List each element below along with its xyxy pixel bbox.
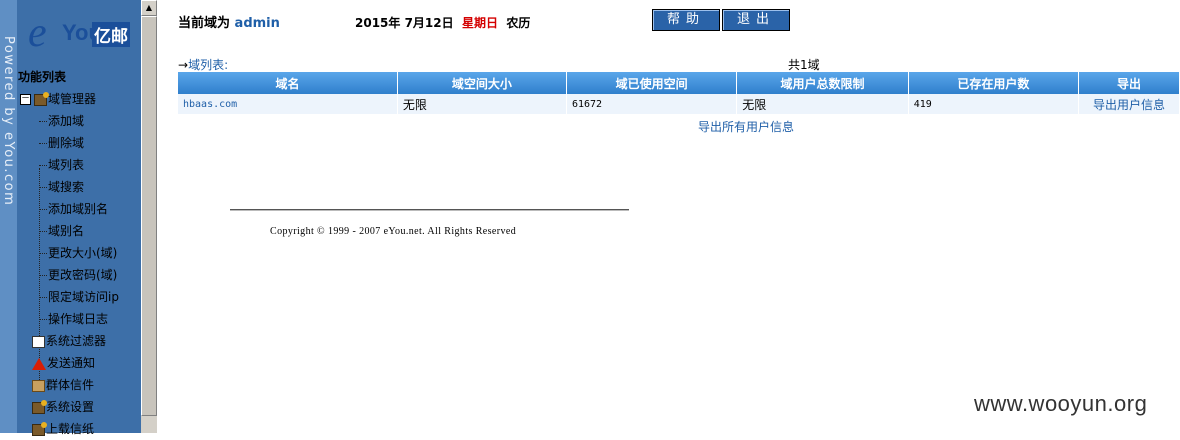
table-header-row: 域名 域空间大小 域已使用空间 域用户总数限制 已存在用户数 导出: [178, 72, 1180, 94]
domain-size: 无限: [397, 94, 567, 114]
tree-item-add-alias[interactable]: 添加域别名: [18, 198, 141, 220]
tree-item-restrict-ip[interactable]: 限定域访问ip: [18, 286, 141, 308]
domain-table: 域名 域空间大小 域已使用空间 域用户总数限制 已存在用户数 导出 hbaas.…: [178, 72, 1180, 114]
scroll-up-icon[interactable]: ▲: [141, 0, 157, 16]
upload-icon: [32, 421, 47, 436]
logout-button[interactable]: 退出: [722, 9, 790, 31]
domain-used: 61672: [566, 94, 738, 114]
header-date: 2015年 7月12日 星期日 农历: [355, 14, 530, 31]
domain-count: 共1域: [788, 58, 820, 72]
powered-by-text: Powered by eYou.com: [1, 36, 16, 207]
tree-item-add-domain[interactable]: 添加域: [18, 110, 141, 132]
settings-icon: [32, 399, 47, 414]
col-size: 域空间大小: [397, 72, 567, 94]
domain-users: 419: [908, 94, 1079, 114]
mail-icon: [32, 379, 45, 392]
system-filter-label: 系统过滤器: [46, 334, 107, 348]
tree-item-send-notice[interactable]: 发送通知: [18, 352, 141, 374]
group-mail-label: 群体信件: [46, 378, 95, 392]
export-users-link[interactable]: 导出用户信息: [1078, 94, 1180, 114]
help-button[interactable]: 帮助: [652, 9, 720, 31]
tree-item-change-size[interactable]: 更改大小(域): [18, 242, 141, 264]
filter-icon: [32, 335, 45, 348]
current-user: admin: [234, 16, 280, 31]
domain-list-label: 域列表:: [188, 58, 229, 72]
watermark-text: www.wooyun.org: [974, 391, 1148, 416]
tree-item-upload-letter[interactable]: 上载信纸: [18, 418, 141, 440]
col-user-limit: 域用户总数限制: [736, 72, 909, 94]
tree-item-domain-search[interactable]: 域搜索: [18, 176, 141, 198]
domain-user-limit: 无限: [736, 94, 909, 114]
server-icon: [34, 91, 49, 106]
warning-icon: [32, 357, 46, 370]
copyright-text: Copyright © 1999 - 2007 eYou.net. All Ri…: [270, 226, 517, 237]
col-used: 域已使用空间: [566, 72, 738, 94]
tree-item-delete-domain[interactable]: 删除域: [18, 132, 141, 154]
tree-item-domain-alias[interactable]: 域别名: [18, 220, 141, 242]
calendar-text: 农历: [506, 16, 531, 30]
tree-item-domain-list[interactable]: 域列表: [18, 154, 141, 176]
table-row: hbaas.com 无限 61672 无限 419 导出用户信息: [178, 94, 1180, 114]
current-domain-label: 当前域为 admin: [178, 12, 280, 31]
function-tree: 功能列表 － 域管理器 添加域 删除域 域列表 域搜索 添加域别名 域别名 更改大…: [18, 68, 141, 440]
tree-item-change-password[interactable]: 更改密码(域): [18, 264, 141, 286]
domain-name-link[interactable]: hbaas.com: [178, 94, 398, 114]
col-users: 已存在用户数: [908, 72, 1079, 94]
menu-title: 功能列表: [18, 70, 67, 84]
eyou-logo: e You 亿邮: [28, 6, 138, 60]
export-all-users-link[interactable]: 导出所有用户信息: [698, 118, 794, 135]
logo-yi: 亿邮: [92, 22, 130, 47]
col-domain: 域名: [178, 72, 398, 94]
scroll-thumb[interactable]: [141, 16, 157, 416]
col-export: 导出: [1078, 72, 1180, 94]
tree-item-domain-log[interactable]: 操作域日志: [18, 308, 141, 330]
tree-domain-manager[interactable]: － 域管理器: [18, 88, 141, 110]
weekday-text: 星期日: [462, 16, 499, 30]
domain-manager-label: 域管理器: [48, 92, 97, 106]
tree-item-group-mail[interactable]: 群体信件: [18, 374, 141, 396]
send-notice-label: 发送通知: [47, 356, 96, 370]
tree-item-system-settings[interactable]: 系统设置: [18, 396, 141, 418]
tree-guide-line: [39, 168, 40, 386]
current-domain-prefix: 当前域为: [178, 16, 231, 31]
domain-list-link[interactable]: →域列表:: [178, 56, 228, 73]
system-settings-label: 系统设置: [46, 400, 95, 414]
sidebar: Powered by eYou.com e You 亿邮 功能列表 －域管理器 …: [0, 0, 141, 436]
logo-e: e: [28, 10, 47, 56]
collapse-icon[interactable]: －: [20, 94, 31, 105]
arrow-icon: →: [178, 58, 189, 72]
footer-divider: [230, 209, 629, 211]
date-text: 2015年 7月12日: [355, 16, 454, 30]
tree-item-system-filter[interactable]: 系统过滤器: [18, 330, 141, 352]
upload-letter-label: 上载信纸: [46, 422, 95, 436]
